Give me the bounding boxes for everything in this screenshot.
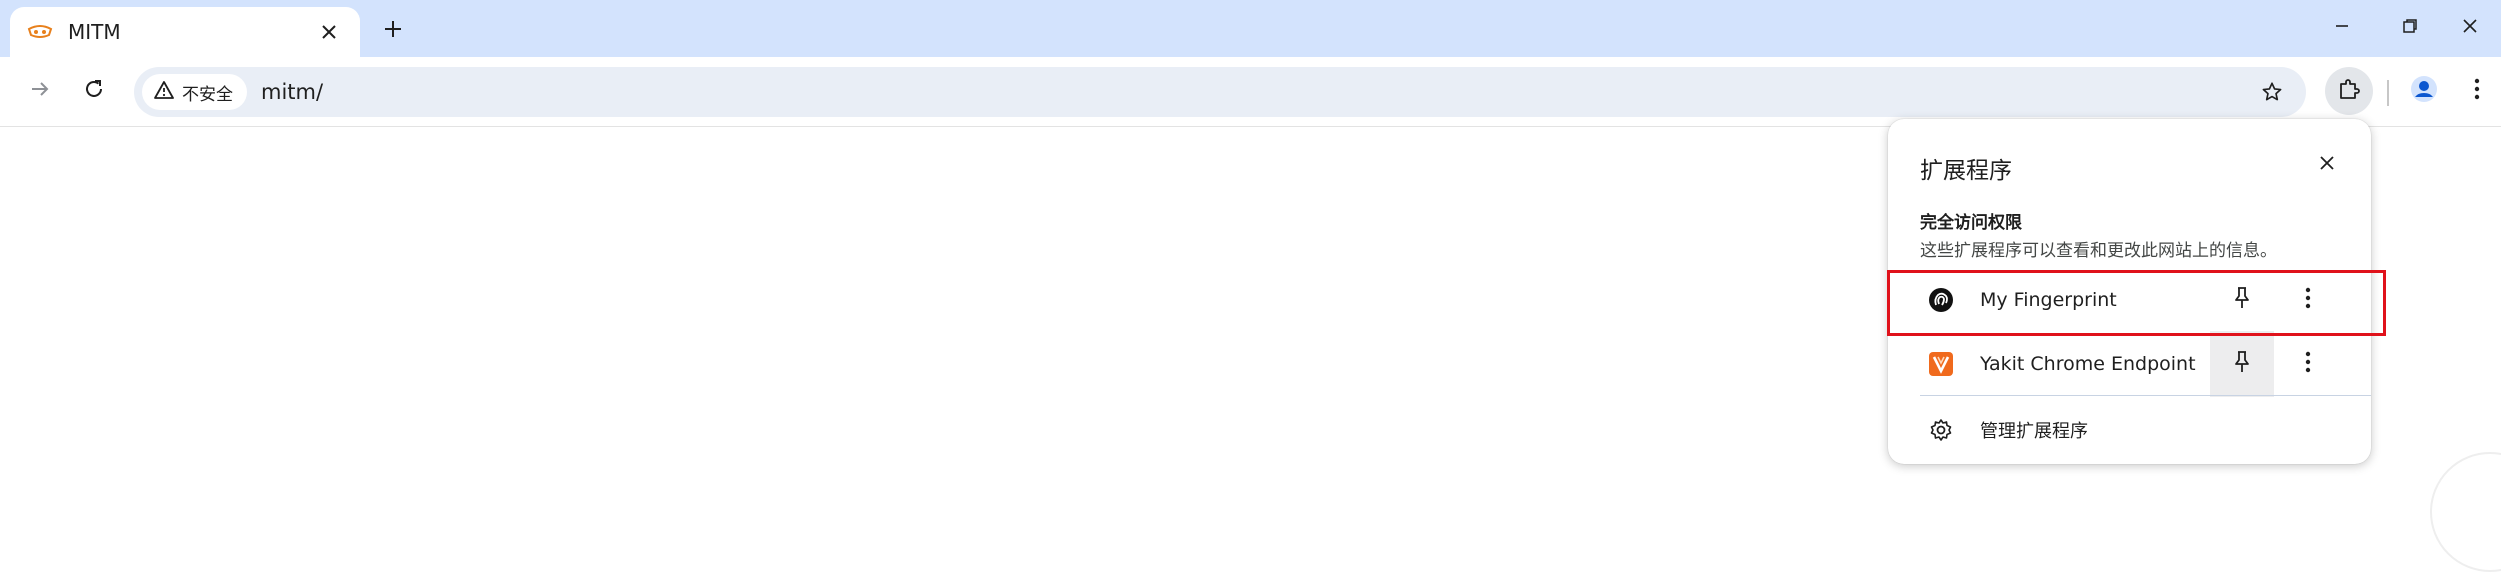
- yakit-icon: [1928, 351, 1954, 377]
- avatar-icon: [2410, 75, 2438, 107]
- window-close-button[interactable]: [2440, 8, 2500, 48]
- extensions-button[interactable]: [2325, 67, 2373, 115]
- url-text[interactable]: mitm/: [261, 80, 323, 104]
- extension-more-button[interactable]: [2288, 331, 2328, 397]
- security-chip[interactable]: 不安全: [142, 74, 247, 110]
- more-vertical-icon: [2474, 78, 2480, 104]
- plus-icon: [383, 19, 403, 43]
- popup-close-button[interactable]: [2311, 149, 2343, 181]
- warning-triangle-icon: [154, 81, 174, 103]
- forward-button[interactable]: [20, 71, 60, 111]
- address-bar[interactable]: 不安全 mitm/: [134, 67, 2306, 117]
- new-tab-button[interactable]: [375, 13, 411, 49]
- extension-name: Yakit Chrome Endpoint: [1980, 353, 2196, 375]
- close-icon[interactable]: [314, 17, 344, 47]
- minimize-button[interactable]: [2312, 8, 2372, 48]
- pin-button[interactable]: [2210, 331, 2274, 397]
- pin-icon: [2233, 350, 2251, 378]
- tab-strip: MITM: [0, 0, 2501, 57]
- minimize-icon: [2334, 18, 2350, 38]
- reload-button[interactable]: [74, 71, 114, 111]
- more-vertical-icon: [2305, 351, 2311, 377]
- security-label: 不安全: [182, 84, 233, 105]
- manage-extensions-label: 管理扩展程序: [1980, 421, 2088, 442]
- extension-row-yakit[interactable]: Yakit Chrome Endpoint: [1888, 331, 2371, 397]
- popup-title: 扩展程序: [1920, 158, 2012, 184]
- browser-menu-button[interactable]: [2462, 71, 2492, 111]
- full-access-heading: 完全访问权限: [1920, 213, 2022, 233]
- restore-button[interactable]: [2380, 8, 2440, 48]
- tab-mitm[interactable]: MITM: [10, 7, 360, 57]
- toolbar-divider: [2387, 80, 2389, 106]
- toolbar: 不安全 mitm/: [0, 57, 2501, 127]
- gear-icon: [1928, 417, 1954, 443]
- restore-icon: [2402, 18, 2418, 38]
- popup-divider: [1920, 395, 2371, 396]
- close-icon: [2462, 18, 2478, 38]
- highlight-box: [1887, 270, 2386, 336]
- arrow-right-icon: [29, 78, 51, 104]
- close-icon: [2319, 155, 2335, 175]
- tab-title: MITM: [68, 20, 121, 44]
- mitm-hat-icon: [26, 22, 54, 42]
- bookmark-star-icon[interactable]: [2256, 76, 2288, 108]
- puzzle-icon: [2337, 77, 2361, 105]
- profile-button[interactable]: [2404, 71, 2444, 111]
- reload-icon: [83, 78, 105, 104]
- full-access-description: 这些扩展程序可以查看和更改此网站上的信息。: [1920, 241, 2277, 261]
- decorative-arc: [2430, 452, 2501, 572]
- manage-extensions-button[interactable]: 管理扩展程序: [1888, 397, 2371, 463]
